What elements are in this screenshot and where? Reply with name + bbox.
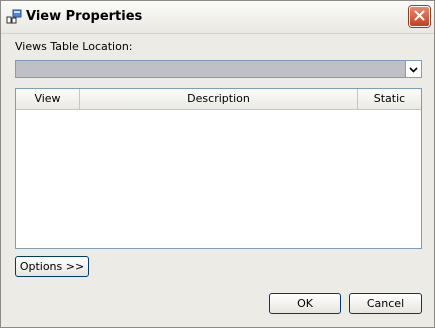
view-properties-icon [6, 9, 22, 25]
table-header: View Description Static [16, 89, 421, 110]
dialog-title: View Properties [26, 9, 143, 24]
options-button[interactable]: Options >> [15, 256, 89, 277]
chevron-down-icon [409, 63, 418, 76]
views-table-location-label: Views Table Location: [15, 40, 133, 53]
column-header-view[interactable]: View [16, 89, 80, 109]
close-button[interactable] [409, 6, 430, 27]
views-table[interactable]: View Description Static [15, 88, 422, 249]
dropdown-arrow-button[interactable] [405, 61, 421, 77]
title-bar[interactable]: View Properties [1, 1, 434, 34]
cancel-button[interactable]: Cancel [349, 293, 422, 314]
views-table-location-dropdown[interactable] [15, 60, 422, 78]
column-header-description[interactable]: Description [80, 89, 358, 109]
column-header-static[interactable]: Static [358, 89, 421, 109]
close-icon [414, 10, 425, 24]
ok-button[interactable]: OK [269, 293, 341, 314]
view-properties-dialog: View Properties Views Table Location: Vi… [0, 0, 435, 328]
